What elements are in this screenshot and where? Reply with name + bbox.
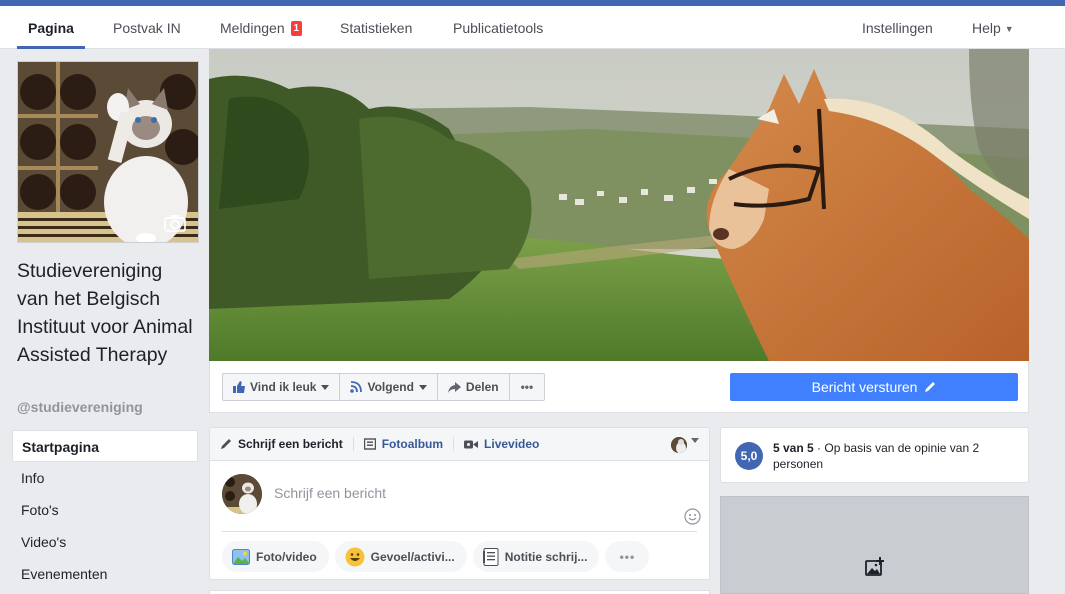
sidebar-item-fotos[interactable]: Foto's: [12, 494, 198, 526]
share-arrow-icon: [447, 381, 461, 393]
page-handle[interactable]: @studievereniging: [17, 399, 143, 415]
pencil-icon: [221, 439, 231, 449]
tab-label: Statistieken: [340, 20, 413, 36]
feeling-activity-button[interactable]: Gevoel/activi...: [334, 541, 467, 572]
chevron-down-icon[interactable]: [691, 438, 699, 443]
chevron-down-icon: [321, 384, 330, 390]
posting-as-avatar[interactable]: [671, 437, 687, 453]
more-options-button[interactable]: •••: [508, 373, 546, 401]
composer-tab-write-post[interactable]: Schrijf een bericht: [220, 437, 343, 451]
cover-photo[interactable]: [209, 49, 1029, 361]
thumbs-up-icon: [233, 381, 245, 393]
send-message-label: Bericht versturen: [811, 379, 918, 395]
page-top-nav: Pagina Postvak IN Meldingen 1 Statistiek…: [0, 6, 1065, 49]
composer-tab-label: Livevideo: [484, 437, 540, 451]
write-note-button[interactable]: Notitie schrij...: [472, 541, 600, 572]
composer-tab-photo-album[interactable]: Fotoalbum: [363, 437, 444, 451]
share-label: Delen: [465, 380, 499, 394]
like-label: Vind ik leuk: [250, 380, 317, 394]
post-input[interactable]: Schrijf een bericht: [274, 485, 386, 501]
sidebar-item-videos[interactable]: Video's: [12, 526, 198, 558]
next-feed-card: [209, 590, 710, 594]
photo-video-button[interactable]: Foto/video: [222, 541, 329, 572]
rating-summary: 5 van 5 · Op basis van de opinie van 2 p…: [773, 440, 1013, 472]
follow-label: Volgend: [367, 380, 414, 394]
sidebar-nav: Startpagina Info Foto's Video's Evenemen…: [12, 430, 198, 590]
settings-link[interactable]: Instellingen: [851, 6, 944, 49]
help-menu[interactable]: Help ▼: [961, 6, 1025, 49]
page-action-bar: Vind ik leuk Volgend Delen ••• Bericht v…: [209, 361, 1029, 413]
tab-label: Pagina: [28, 20, 74, 36]
send-message-button[interactable]: Bericht versturen: [730, 373, 1018, 401]
tab-divider: [352, 437, 354, 451]
photo-placeholder-card[interactable]: [720, 496, 1029, 594]
composer-tab-label: Schrijf een bericht: [238, 437, 343, 451]
avatar: [222, 474, 262, 514]
photo-video-label: Foto/video: [256, 549, 317, 564]
tab-label: Postvak IN: [113, 20, 181, 36]
pencil-icon: [925, 382, 936, 392]
chevron-down-icon: ▼: [1004, 24, 1014, 34]
follow-button[interactable]: Volgend: [339, 373, 438, 401]
tab-label: Publicatietools: [453, 20, 544, 36]
sidebar-item-startpagina[interactable]: Startpagina: [12, 430, 198, 462]
more-composer-options[interactable]: •••: [605, 541, 650, 572]
tab-postvak-in[interactable]: Postvak IN: [102, 6, 192, 49]
composer-tab-label: Fotoalbum: [381, 437, 444, 451]
composer-tab-live-video[interactable]: Livevideo: [464, 437, 539, 451]
rating-card[interactable]: 5,0 5 van 5 · Op basis van de opinie van…: [720, 427, 1029, 483]
tab-publicatietools[interactable]: Publicatietools: [442, 6, 554, 49]
smiley-icon: [345, 547, 365, 566]
help-label: Help: [972, 20, 1001, 36]
rating-score-badge: 5,0: [735, 442, 763, 470]
rating-value: 5 van 5: [773, 441, 814, 455]
composer-actions: Foto/video Gevoel/activi... Notitie schr…: [222, 531, 697, 572]
page-name[interactable]: Studievereniging van het Belgisch Instit…: [17, 257, 197, 369]
avatar-image: [222, 474, 262, 514]
rating-separator: ·: [813, 441, 825, 455]
add-photo-icon[interactable]: [865, 557, 885, 577]
sidebar-item-info[interactable]: Info: [12, 462, 198, 494]
tab-divider: [453, 437, 455, 451]
rss-icon: [350, 381, 363, 393]
sidebar-item-evenementen[interactable]: Evenementen: [12, 558, 198, 590]
composer-body: Schrijf een bericht: [210, 461, 709, 531]
action-button-group: Vind ik leuk Volgend Delen •••: [222, 373, 546, 401]
write-note-label: Notitie schrij...: [504, 549, 588, 564]
photo-album-icon: [363, 438, 376, 450]
tab-label: Meldingen: [220, 20, 285, 36]
horse-landscape-photo: [209, 49, 1029, 361]
tab-statistieken[interactable]: Statistieken: [329, 6, 423, 49]
like-button[interactable]: Vind ik leuk: [222, 373, 341, 401]
photo-icon: [232, 548, 250, 565]
chevron-down-icon: [418, 384, 427, 390]
video-camera-icon: [464, 440, 479, 448]
profile-picture[interactable]: [17, 61, 199, 243]
notification-badge: 1: [290, 21, 303, 36]
tab-pagina[interactable]: Pagina: [17, 6, 85, 49]
share-button[interactable]: Delen: [436, 373, 510, 401]
feeling-activity-label: Gevoel/activi...: [370, 549, 455, 564]
tab-meldingen[interactable]: Meldingen 1: [209, 6, 313, 49]
camera-icon[interactable]: [164, 214, 186, 232]
post-composer: Schrijf een bericht Fotoalbum Livevideo: [209, 427, 710, 580]
composer-tabs: Schrijf een bericht Fotoalbum Livevideo: [210, 428, 709, 461]
settings-label: Instellingen: [862, 20, 933, 36]
note-icon: [482, 547, 499, 566]
emoji-icon[interactable]: [684, 508, 701, 525]
avatar-image: [671, 437, 687, 453]
